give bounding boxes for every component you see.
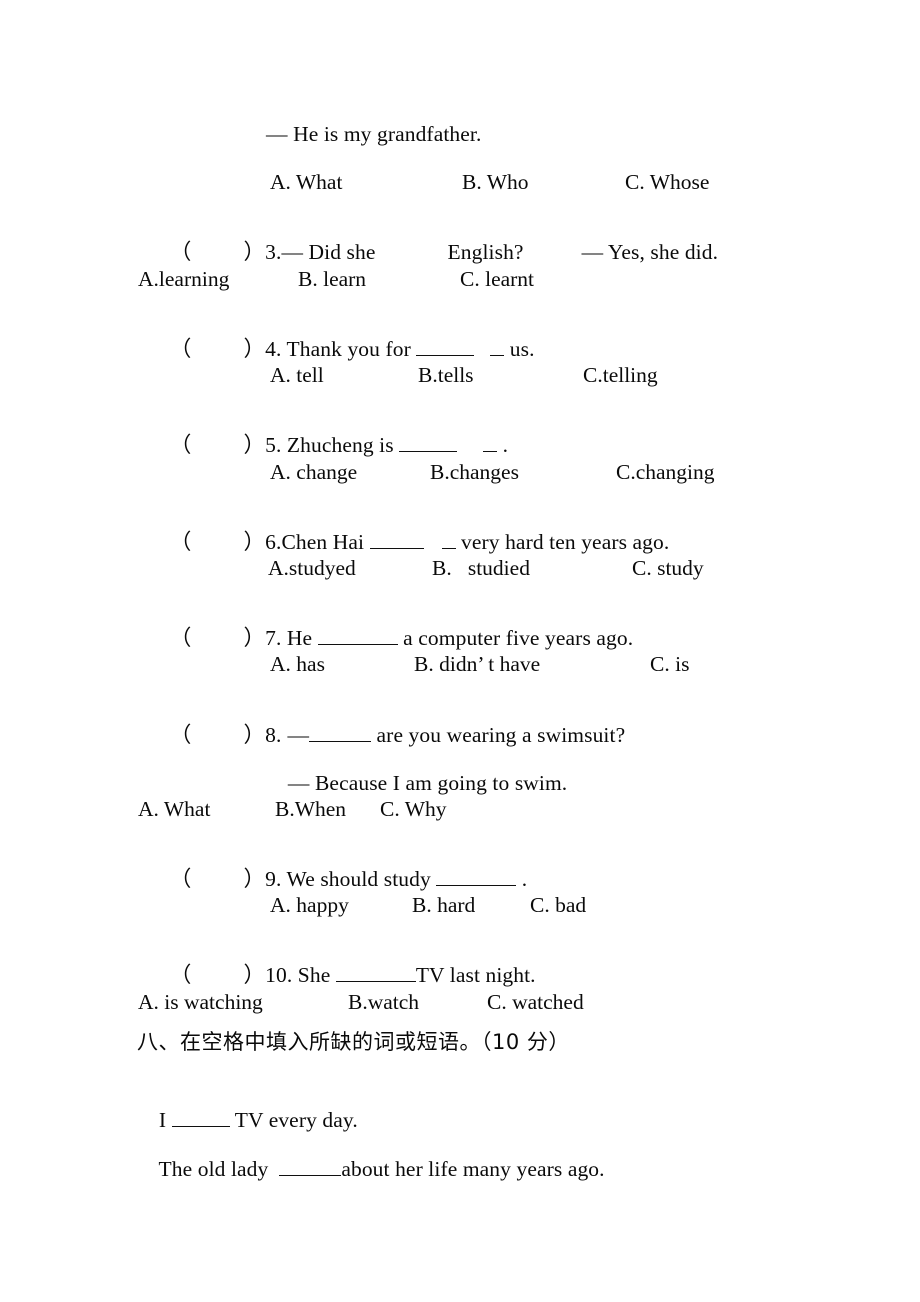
item1-text-after: TV every day.	[229, 1107, 358, 1132]
q8-reply-text: Because I am going to swim.	[309, 770, 568, 795]
q10-answer-bracket-close[interactable]: ）	[244, 964, 266, 987]
q5-blank-tail[interactable]	[483, 450, 498, 452]
q4-number: 4.	[265, 336, 282, 361]
q5-number: 5.	[265, 432, 282, 457]
q6-option-c: C. study	[632, 556, 704, 580]
item2-blank[interactable]	[279, 1174, 342, 1176]
q7-number: 7.	[265, 625, 282, 650]
q8-option-b: B.When	[275, 797, 347, 821]
section-eight-item-2: The old lady about her life many years a…	[137, 1137, 605, 1202]
q3-stem-before: Did she	[303, 239, 376, 264]
q10-option-b: B.watch	[348, 990, 420, 1014]
q8-dash: —	[287, 722, 310, 747]
q7-option-a: A. has	[270, 652, 325, 676]
q3-option-a: A.learning	[138, 267, 230, 291]
q6-stem-before: Chen Hai	[281, 529, 370, 554]
q5-option-b: B.changes	[430, 460, 519, 484]
q7-stem-after: a computer five years ago.	[397, 625, 634, 650]
q7-stem-line: （ ）7. He a computer five years ago.	[148, 606, 633, 671]
q9-answer-bracket-close[interactable]: ）	[244, 868, 266, 891]
q3-option-b: B. learn	[298, 267, 367, 291]
q3-stem-line: （）3.— Did she English? — Yes, she did.	[148, 220, 718, 285]
q6-blank-tail[interactable]	[441, 547, 456, 549]
q7-answer-bracket-open[interactable]: （	[170, 627, 192, 650]
q4-answer-bracket-open[interactable]: （	[170, 338, 192, 361]
q9-stem-after: .	[516, 866, 528, 891]
q3-stem-after: English?	[447, 239, 524, 264]
q4-stem-after: us.	[504, 336, 535, 361]
q5-stem-before: Zhucheng is	[281, 432, 400, 457]
q4-blank-tail[interactable]	[490, 354, 505, 356]
q3-answer-bracket-close[interactable]: ）	[244, 241, 266, 264]
q7-option-b: B. didn’ t have	[414, 652, 541, 676]
q3-answer-bracket-open[interactable]: （	[170, 241, 192, 264]
q4-option-c: C.telling	[583, 363, 658, 387]
q4-option-a: A. tell	[270, 363, 324, 387]
q10-stem-after: TV last night.	[415, 962, 536, 987]
q10-option-c: C. watched	[487, 990, 584, 1014]
q5-option-c: C.changing	[616, 460, 715, 484]
q10-blank[interactable]	[335, 980, 416, 982]
section-eight-heading: 八、在空格中填入所缺的词或短语。（10 分）	[137, 1030, 570, 1054]
q3-dash: —	[281, 239, 304, 264]
q7-stem-before: He	[281, 625, 318, 650]
q5-answer-bracket-open[interactable]: （	[170, 434, 192, 457]
q6-answer-bracket-open[interactable]: （	[170, 531, 192, 554]
q8-answer-bracket-open[interactable]: （	[170, 724, 192, 747]
q2-option-c: C. Whose	[625, 170, 710, 194]
q10-stem-before: She	[292, 962, 336, 987]
q8-blank[interactable]	[309, 740, 372, 742]
q9-stem-before: We should study	[281, 866, 437, 891]
answer-line-grandfather: — He is my grandfather.	[266, 122, 482, 146]
item2-text-after: about her life many years ago.	[341, 1156, 605, 1181]
q6-answer-bracket-close[interactable]: ）	[244, 531, 266, 554]
q6-stem-after: very hard ten years ago.	[455, 529, 670, 554]
q10-answer-bracket-open[interactable]: （	[170, 964, 192, 987]
q9-option-b: B. hard	[412, 893, 476, 917]
q7-answer-bracket-close[interactable]: ）	[244, 627, 266, 650]
q2-option-b: B. Who	[462, 170, 529, 194]
item2-text-before: The old lady	[158, 1156, 280, 1181]
q8-answer-bracket-close[interactable]: ）	[244, 724, 266, 747]
q9-option-c: C. bad	[530, 893, 587, 917]
worksheet-page: — He is my grandfather. A. What B. Who C…	[0, 0, 920, 1302]
q6-stem-line: （ ）6.Chen Hai very hard ten years ago.	[148, 510, 669, 575]
q2-option-a: A. What	[270, 170, 343, 194]
q8-option-c: C. Why	[380, 797, 447, 821]
q8-option-a: A. What	[138, 797, 211, 821]
q6-option-b: B. studied	[432, 556, 530, 580]
q10-option-a: A. is watching	[138, 990, 263, 1014]
q7-option-c: C. is	[650, 652, 690, 676]
q9-answer-bracket-open[interactable]: （	[170, 868, 192, 891]
q4-stem-before: Thank you for	[281, 336, 417, 361]
q6-blank[interactable]	[369, 547, 424, 549]
q3-option-c: C. learnt	[460, 267, 535, 291]
q4-answer-bracket-close[interactable]: ）	[244, 338, 266, 361]
q5-stem-after: .	[497, 432, 509, 457]
q4-blank[interactable]	[416, 354, 475, 356]
q4-option-b: B.tells	[418, 363, 474, 387]
q9-option-a: A. happy	[270, 893, 349, 917]
q6-option-a: A.studyed	[268, 556, 356, 580]
q3-reply: Yes, she did.	[603, 239, 719, 264]
item1-text-before: I	[158, 1107, 172, 1132]
q5-option-a: A. change	[270, 460, 358, 484]
q9-blank[interactable]	[436, 884, 517, 886]
q6-number: 6.	[265, 529, 282, 554]
q10-number: 10.	[265, 962, 293, 987]
q5-answer-bracket-close[interactable]: ）	[244, 434, 266, 457]
q8-number: 8.	[265, 722, 282, 747]
q3-number: 3.	[265, 239, 282, 264]
q8-reply-dash: —	[287, 770, 310, 795]
q9-number: 9.	[265, 866, 282, 891]
q4-stem-line: （ ）4. Thank you for us.	[148, 317, 535, 382]
q8-stem-after: are you wearing a swimsuit?	[371, 722, 626, 747]
q3-reply-dash: —	[581, 239, 604, 264]
q5-blank[interactable]	[399, 450, 458, 452]
item1-blank[interactable]	[171, 1125, 230, 1127]
q7-blank[interactable]	[317, 643, 398, 645]
